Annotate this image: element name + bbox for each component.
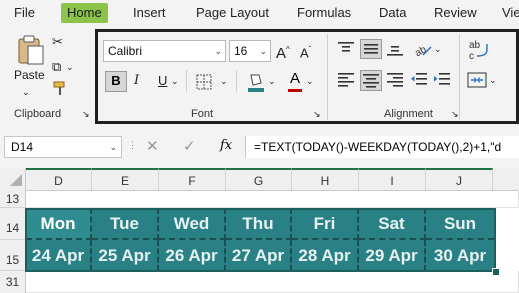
svg-text:c: c [469, 51, 474, 62]
underline-button[interactable]: U [158, 71, 167, 91]
tab-formulas[interactable]: Formulas [297, 3, 351, 23]
tab-file[interactable]: File [14, 3, 35, 23]
row-header-13[interactable]: 13 [0, 190, 26, 208]
name-box[interactable]: D14 ⌄ [4, 136, 122, 158]
orientation-dropdown-icon[interactable]: ⌄ [434, 39, 442, 59]
row-31-cells[interactable] [26, 271, 519, 293]
middle-align-icon[interactable] [360, 39, 382, 59]
tab-home[interactable]: Home [61, 3, 108, 23]
decrease-indent-icon[interactable] [410, 71, 428, 89]
select-all-corner[interactable] [0, 168, 26, 190]
insert-function-icon[interactable]: fx [220, 138, 232, 153]
alignment-launcher-icon[interactable]: ↘ [451, 104, 459, 124]
clipboard-group-label: Clipboard [14, 108, 62, 120]
formula-input[interactable]: =TEXT(TODAY()-WEEKDAY(TODAY(),2)+1,"d [245, 136, 519, 158]
chevron-down-icon: ⌄ [109, 142, 117, 152]
group-divider [327, 34, 328, 120]
tab-insert[interactable]: Insert [133, 3, 166, 23]
clipboard-launcher-icon[interactable]: ↘ [82, 104, 90, 124]
copy-icon[interactable]: ⧉ [52, 57, 61, 77]
font-color-dropdown-icon[interactable]: ⌄ [306, 71, 314, 91]
bold-button[interactable]: B [105, 71, 127, 92]
cut-icon[interactable]: ✂ [52, 32, 63, 52]
more-options-icon[interactable]: ⋮ [128, 140, 137, 151]
merge-dropdown-icon[interactable]: ⌄ [489, 70, 497, 90]
fill-color-dropdown-icon[interactable]: ⌄ [268, 71, 276, 91]
row-header-14[interactable]: 14 [0, 208, 26, 240]
fill-handle[interactable] [492, 268, 500, 276]
italic-button[interactable]: I [134, 71, 139, 91]
column-header-h[interactable]: H [292, 168, 359, 190]
merge-center-icon[interactable] [467, 71, 487, 89]
chevron-down-icon: ⌄ [259, 46, 267, 56]
cancel-icon[interactable]: ✕ [146, 137, 159, 157]
column-header-f[interactable]: F [159, 168, 226, 190]
increase-indent-icon[interactable] [433, 71, 451, 89]
decrease-font-icon[interactable]: Aˇ [300, 40, 311, 63]
chevron-down-icon: ⌄ [214, 46, 222, 56]
column-header-e[interactable]: E [92, 168, 159, 190]
font-size-value: 16 [234, 44, 248, 58]
wrap-text-icon[interactable]: ab c [467, 38, 491, 62]
column-header-d[interactable]: D [26, 168, 92, 190]
column-header-g[interactable]: G [226, 168, 292, 190]
selection-frame [25, 208, 496, 272]
divider [236, 70, 237, 92]
font-size-dropdown[interactable]: 16 ⌄ [229, 40, 271, 62]
orientation-icon[interactable]: ab [413, 39, 433, 59]
paste-icon[interactable] [16, 34, 46, 66]
tab-data[interactable]: Data [379, 3, 406, 23]
font-group-label: Font [191, 108, 214, 120]
font-name-dropdown[interactable]: Calibri ⌄ [103, 40, 226, 62]
bottom-align-icon[interactable] [386, 40, 404, 58]
svg-text:ab: ab [469, 40, 481, 51]
fill-color-icon[interactable] [247, 71, 265, 93]
borders-icon[interactable] [196, 74, 212, 90]
tab-view[interactable]: View [502, 3, 519, 23]
tab-page-layout[interactable]: Page Layout [196, 3, 269, 23]
increase-font-icon[interactable]: A^ [276, 40, 290, 64]
row-13-cells[interactable] [26, 190, 519, 208]
align-left-icon[interactable] [337, 71, 355, 89]
row-header-15[interactable]: 15 [0, 240, 26, 271]
paste-label[interactable]: Paste [14, 68, 45, 82]
align-right-icon[interactable] [386, 71, 404, 89]
column-header-i[interactable]: I [359, 168, 426, 190]
underline-dropdown-icon[interactable]: ⌄ [171, 71, 179, 91]
divider [186, 70, 187, 92]
paste-dropdown-icon[interactable]: ⌄ [22, 82, 30, 102]
font-color-icon[interactable]: A [286, 70, 304, 94]
font-name-value: Calibri [108, 44, 143, 58]
borders-dropdown-icon[interactable]: ⌄ [220, 71, 228, 91]
tab-review[interactable]: Review [434, 3, 477, 23]
name-box-value: D14 [11, 140, 34, 154]
enter-icon[interactable]: ✓ [183, 137, 196, 157]
format-painter-icon[interactable] [52, 80, 68, 96]
copy-dropdown-icon[interactable]: ⌄ [66, 57, 74, 77]
align-center-icon[interactable] [360, 70, 382, 91]
top-align-icon[interactable] [337, 40, 355, 58]
font-launcher-icon[interactable]: ↘ [313, 104, 321, 124]
column-header-j[interactable]: J [426, 168, 493, 190]
row-header-31[interactable]: 31 [0, 271, 26, 293]
group-divider [459, 34, 460, 120]
alignment-group-label: Alignment [384, 108, 433, 120]
